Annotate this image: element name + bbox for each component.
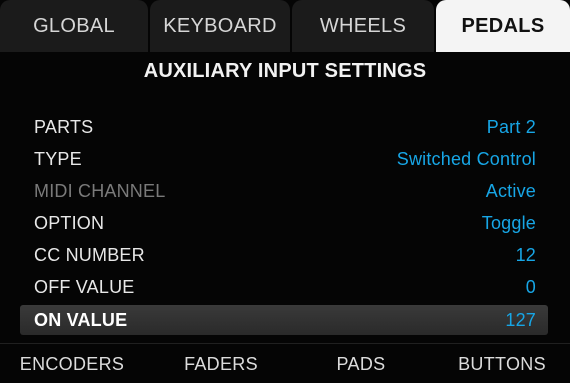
- tab-keyboard[interactable]: KEYBOARD: [150, 0, 290, 52]
- setting-value: Switched Control: [396, 148, 536, 169]
- setting-value: Active: [485, 180, 536, 201]
- setting-row-option[interactable]: OPTION Toggle: [20, 208, 548, 238]
- setting-row-on-value[interactable]: ON VALUE 127: [20, 305, 548, 335]
- setting-row-cc-number[interactable]: CC NUMBER 12: [20, 240, 548, 270]
- setting-label: PARTS: [34, 116, 94, 137]
- bottom-button-bar: ENCODERS FADERS PADS BUTTONS: [0, 343, 570, 383]
- setting-value: Part 2: [486, 116, 536, 137]
- buttons-button[interactable]: BUTTONS: [436, 348, 568, 380]
- setting-value: Toggle: [481, 212, 536, 233]
- setting-row-off-value[interactable]: OFF VALUE 0: [20, 272, 548, 302]
- tab-wheels[interactable]: WHEELS: [292, 0, 434, 52]
- setting-label: TYPE: [34, 148, 82, 169]
- setting-label: CC NUMBER: [34, 244, 145, 265]
- setting-row-parts[interactable]: PARTS Part 2: [20, 112, 548, 142]
- encoders-button[interactable]: ENCODERS: [6, 348, 138, 380]
- setting-value: 12: [515, 244, 536, 265]
- tab-pedals[interactable]: PEDALS: [436, 0, 570, 52]
- setting-value: 0: [525, 276, 536, 297]
- pads-button[interactable]: PADS: [296, 348, 426, 380]
- setting-row-type[interactable]: TYPE Switched Control: [20, 144, 548, 174]
- setting-label: OPTION: [34, 212, 105, 233]
- faders-button[interactable]: FADERS: [156, 348, 286, 380]
- setting-label: MIDI CHANNEL: [34, 180, 166, 201]
- setting-label: OFF VALUE: [34, 276, 135, 297]
- tab-bar: GLOBAL KEYBOARD WHEELS PEDALS: [0, 0, 570, 52]
- page-title: AUXILIARY INPUT SETTINGS: [143, 60, 427, 82]
- setting-value: 127: [505, 309, 536, 330]
- setting-row-midi-channel[interactable]: MIDI CHANNEL Active: [20, 176, 548, 206]
- tab-global[interactable]: GLOBAL: [0, 0, 148, 52]
- setting-label: ON VALUE: [34, 309, 128, 330]
